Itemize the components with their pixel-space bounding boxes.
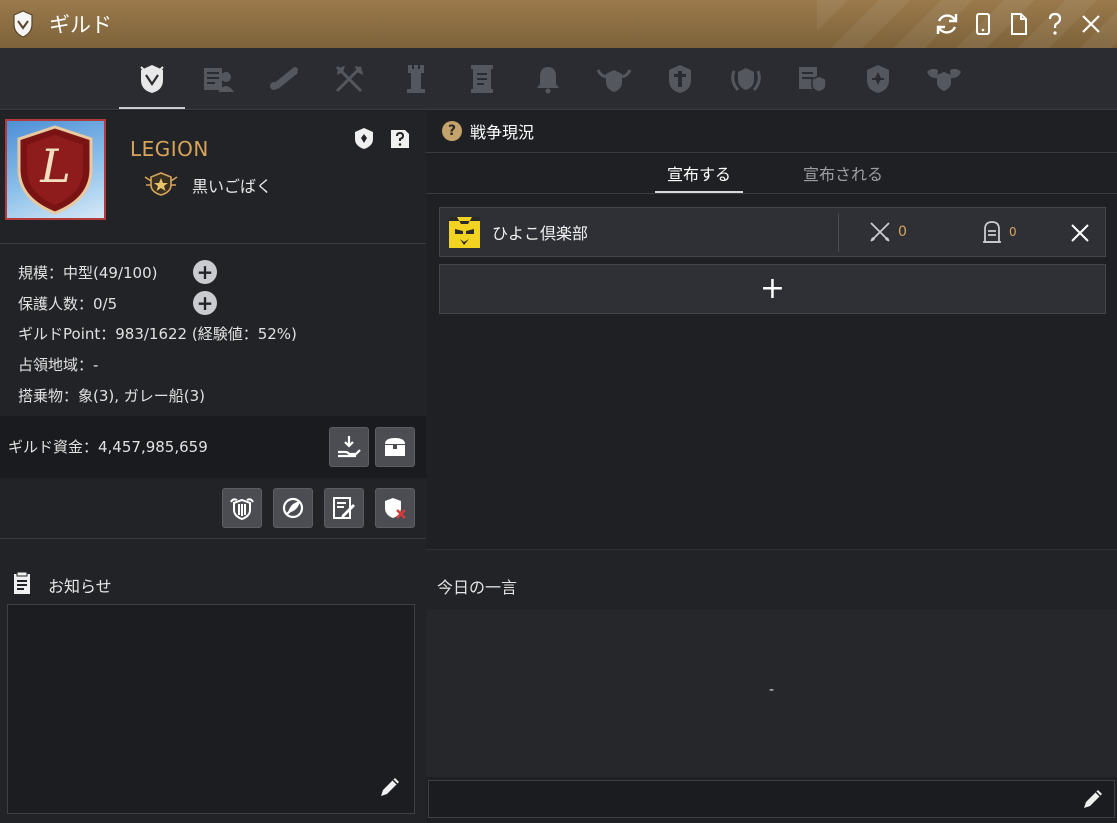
document-icon[interactable] xyxy=(1003,8,1035,40)
kill-count-value: 0 xyxy=(898,224,907,240)
death-count: 0 xyxy=(981,220,1017,244)
motto-title: 今日の一言 xyxy=(437,578,518,597)
document-edit-icon xyxy=(333,497,355,519)
parchment-icon xyxy=(471,65,493,93)
title-bar: ギルド xyxy=(0,0,1117,48)
opponent-guild-name: ひよこ倶楽部 xyxy=(492,224,589,243)
guild-master-name: 黒いごばく xyxy=(192,177,273,196)
war-help-button[interactable]: ? xyxy=(442,121,462,141)
tombstone-icon xyxy=(983,221,1001,243)
notice-content xyxy=(7,604,415,814)
close-icon[interactable] xyxy=(1075,8,1107,40)
motto-display: - xyxy=(426,610,1117,777)
kill-count: 0 xyxy=(868,220,907,244)
hand-deposit-icon xyxy=(338,436,361,458)
tab-declare[interactable]: 宣布する xyxy=(655,159,743,193)
guild-emblem: L xyxy=(5,119,106,220)
guild-shield-icon xyxy=(9,8,37,40)
tab-guard[interactable] xyxy=(647,48,713,110)
expand-scale-button[interactable]: + xyxy=(193,260,217,284)
emblem-letter: L xyxy=(40,139,71,193)
guild-guide-icon[interactable] xyxy=(387,125,413,151)
notice-icon xyxy=(10,570,36,600)
guild-nav-bar xyxy=(0,48,1117,110)
tab-emblem[interactable] xyxy=(911,48,977,110)
refresh-icon[interactable] xyxy=(931,8,963,40)
guild-leave-button[interactable] xyxy=(273,488,313,528)
guild-points: ギルドPoint：983/1622 (経験値：52%) xyxy=(18,325,297,343)
scroll-shield-icon xyxy=(799,67,827,93)
chest-icon xyxy=(385,438,405,456)
guild-mark-icon[interactable] xyxy=(351,125,377,151)
tab-fortress[interactable] xyxy=(383,48,449,110)
war-list-item: ひよこ倶楽部 0 0 xyxy=(439,207,1106,257)
tab-board[interactable] xyxy=(779,48,845,110)
guild-shield-icon xyxy=(140,65,164,93)
tab-quests[interactable] xyxy=(251,48,317,110)
tab-ranking[interactable] xyxy=(713,48,779,110)
guild-war-setting-button[interactable] xyxy=(222,488,262,528)
tab-alerts[interactable] xyxy=(515,48,581,110)
opponent-emblem xyxy=(449,217,480,248)
guild-vehicles: 搭乗物：象(3), ガレー船(3) xyxy=(18,387,206,405)
guild-storage-button[interactable] xyxy=(375,427,415,467)
add-protected-button[interactable]: + xyxy=(193,291,217,315)
star-rank-icon xyxy=(143,171,179,197)
death-count-value: 0 xyxy=(1009,225,1017,239)
crossed-axes-icon xyxy=(335,65,363,93)
declare-war-button[interactable]: + xyxy=(439,264,1106,314)
bell-icon xyxy=(537,67,559,94)
guild-info-panel: L LEGION 黒いごばく 規模：中型(49/100) + 保護人数：0/5 … xyxy=(0,111,426,823)
motto-text: - xyxy=(768,682,775,698)
motto-section: 今日の一言 xyxy=(426,549,1117,610)
edit-motto-icon[interactable] xyxy=(1079,785,1107,813)
guild-disband-button[interactable] xyxy=(375,488,415,528)
guard-shield-icon xyxy=(669,65,691,93)
guild-edit-button[interactable] xyxy=(324,488,364,528)
occupied-territory: 占領地域：- xyxy=(18,356,99,374)
help-icon[interactable] xyxy=(1039,8,1071,40)
winged-crest-icon xyxy=(927,68,961,91)
tab-members[interactable] xyxy=(185,48,251,110)
war-status-title: 戦争現況 xyxy=(470,123,535,142)
tab-alliance[interactable] xyxy=(581,48,647,110)
guild-funds: ギルド資金：4,457,985,659 xyxy=(8,438,208,456)
crossed-swords-icon xyxy=(870,222,890,242)
tab-records[interactable] xyxy=(449,48,515,110)
war-status-panel: ? 戦争現況 宣布する 宣布される ひよこ倶楽部 0 0 + 今日の一言 - xyxy=(426,111,1117,823)
fleur-shield-icon xyxy=(867,65,889,93)
claw-shield-icon xyxy=(230,498,254,521)
guild-scale: 規模：中型(49/100) xyxy=(18,264,158,282)
notice-title: お知らせ xyxy=(48,577,112,596)
motto-input[interactable] xyxy=(428,780,1115,818)
deposit-funds-button[interactable] xyxy=(329,427,369,467)
protected-count: 保護人数：0/5 xyxy=(18,295,118,313)
edit-notice-icon[interactable] xyxy=(376,773,404,801)
shield-remove-icon xyxy=(385,498,406,519)
horned-crest-icon xyxy=(596,69,632,92)
tab-declared[interactable]: 宣布される xyxy=(788,159,898,193)
laurel-crest-icon xyxy=(731,68,761,91)
tab-guild-info[interactable] xyxy=(119,48,185,110)
tab-territory[interactable] xyxy=(845,48,911,110)
window-title: ギルド xyxy=(49,13,112,37)
cancel-war-icon[interactable] xyxy=(1067,220,1093,246)
tab-war[interactable] xyxy=(317,48,383,110)
scroll-quest-icon xyxy=(270,67,298,90)
feather-prohibit-icon xyxy=(282,497,304,519)
plus-icon: + xyxy=(759,271,786,306)
guild-name: LEGION xyxy=(130,137,209,161)
guild-funds-section: ギルド資金：4,457,985,659 xyxy=(0,416,426,478)
phone-icon[interactable] xyxy=(967,8,999,40)
tower-icon xyxy=(407,65,425,93)
member-list-icon xyxy=(204,68,234,92)
